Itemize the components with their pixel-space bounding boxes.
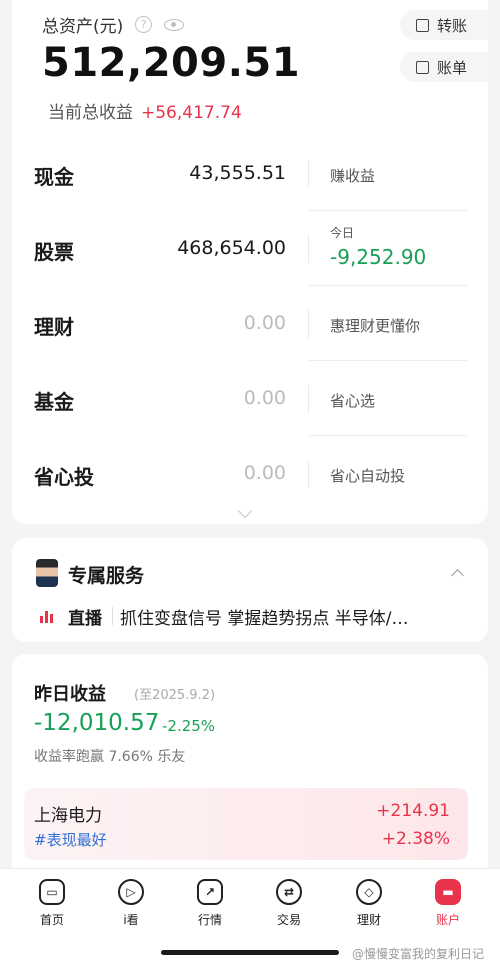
nav-label: i看 — [123, 913, 139, 927]
asset-row-stock[interactable]: 股票 468,654.00 今日 -9,252.90 — [12, 211, 488, 286]
best-performer-box[interactable]: 上海电力 #表现最好 +214.91 +2.38% — [24, 788, 468, 860]
play-icon: ▷ — [118, 879, 144, 905]
nav-item-home[interactable]: ▭ 首页 — [22, 879, 82, 928]
asset-amount: 43,555.51 — [189, 162, 286, 184]
nav-label: 理财 — [356, 913, 381, 927]
best-stock-pct: +2.38% — [381, 829, 450, 849]
asset-name: 股票 — [34, 240, 74, 264]
live-label: 直播 — [68, 609, 102, 629]
divider — [308, 460, 309, 488]
asset-amount: 0.00 — [243, 387, 286, 409]
asset-amount: 468,654.00 — [177, 237, 286, 259]
divider — [112, 607, 113, 625]
asset-row-wealth[interactable]: 理财 0.00 惠理财更懂你 — [12, 286, 488, 361]
bill-label: 账单 — [437, 58, 468, 77]
asset-name: 理财 — [34, 315, 74, 339]
today-label: 今日 — [330, 226, 355, 240]
asset-amount: 0.00 — [243, 462, 286, 484]
yesterday-profit-value: -12,010.57 — [34, 710, 160, 736]
asset-row-cash[interactable]: 现金 43,555.51 赚收益 — [12, 136, 488, 211]
yesterday-profit-card: 昨日收益 (至2025.9.2) -12,010.57 -2.25% 收益率跑赢… — [12, 654, 488, 884]
live-headline[interactable]: 抓住变盘信号 掌握趋势拐点 半导体/… — [120, 604, 466, 629]
nav-label: 交易 — [276, 913, 301, 927]
nav-item-account[interactable]: ▬ 账户 — [418, 879, 478, 928]
nav-item-wealth[interactable]: ◇ 理财 — [339, 879, 399, 928]
best-stock-amount: +214.91 — [376, 801, 450, 821]
watermark: @慢慢变富我的复利日记 — [352, 947, 485, 961]
nav-label: 账户 — [435, 913, 460, 927]
today-profit-value: -9,252.90 — [330, 245, 427, 269]
yesterday-date: (至2025.9.2) — [134, 688, 216, 703]
nav-item-market[interactable]: ↗ 行情 — [180, 879, 240, 928]
divider — [308, 385, 309, 413]
eye-icon[interactable] — [164, 18, 185, 31]
chart-icon: ↗ — [197, 879, 223, 905]
total-assets-label: 总资产(元) — [42, 17, 124, 37]
total-assets-value: 512,209.51 — [42, 40, 301, 86]
beat-rate-text: 收益率跑赢 7.66% 乐友 — [34, 749, 186, 765]
asset-note[interactable]: 省心选 — [330, 390, 375, 411]
advisor-avatar — [36, 559, 58, 587]
yesterday-profit-pct: -2.25% — [162, 717, 216, 735]
asset-name: 基金 — [34, 390, 74, 414]
yesterday-title: 昨日收益 — [34, 684, 106, 705]
nav-item-watch[interactable]: ▷ i看 — [101, 879, 161, 928]
divider — [308, 310, 309, 338]
nav-label: 行情 — [197, 913, 222, 927]
best-stock-name: 上海电力 — [34, 806, 102, 826]
best-stock-tag[interactable]: #表现最好 — [34, 829, 107, 850]
trade-icon: ⇄ — [276, 879, 302, 905]
account-icon: ▬ — [435, 879, 461, 905]
asset-note[interactable]: 省心自动投 — [330, 465, 405, 486]
total-profit-label: 当前总收益 — [48, 103, 133, 123]
transfer-icon — [416, 18, 429, 32]
collapse-chevron-icon[interactable] — [451, 569, 464, 582]
asset-name: 现金 — [34, 165, 74, 189]
home-icon: ▭ — [39, 879, 65, 905]
bill-button[interactable]: 账单 — [400, 52, 488, 82]
asset-name: 省心投 — [34, 465, 94, 489]
wealth-icon: ◇ — [356, 879, 382, 905]
help-icon[interactable]: ? — [135, 16, 153, 33]
asset-row-auto-invest[interactable]: 省心投 0.00 省心自动投 — [12, 436, 488, 511]
exclusive-service-card: 专属服务 直播 抓住变盘信号 掌握趋势拐点 半导体/… — [12, 538, 488, 642]
bill-icon — [416, 60, 429, 74]
nav-item-trade[interactable]: ⇄ 交易 — [259, 879, 319, 928]
service-title: 专属服务 — [68, 565, 145, 587]
home-indicator[interactable] — [161, 950, 339, 955]
asset-row-fund[interactable]: 基金 0.00 省心选 — [12, 361, 488, 436]
asset-note[interactable]: 惠理财更懂你 — [330, 315, 420, 336]
asset-list: 现金 43,555.51 赚收益 股票 468,654.00 今日 -9,252… — [12, 136, 488, 511]
total-profit-value: +56,417.74 — [141, 103, 242, 123]
transfer-label: 转账 — [437, 16, 468, 35]
total-profit-row[interactable]: 当前总收益 +56,417.74 — [48, 98, 242, 123]
asset-note[interactable]: 赚收益 — [330, 165, 375, 186]
asset-amount: 0.00 — [243, 312, 286, 334]
transfer-button[interactable]: 转账 — [400, 10, 488, 40]
nav-label: 首页 — [39, 913, 64, 927]
divider — [308, 160, 309, 188]
total-assets-label-row: 总资产(元) ? — [42, 12, 185, 37]
divider — [308, 235, 309, 263]
live-bars-icon — [40, 611, 54, 623]
